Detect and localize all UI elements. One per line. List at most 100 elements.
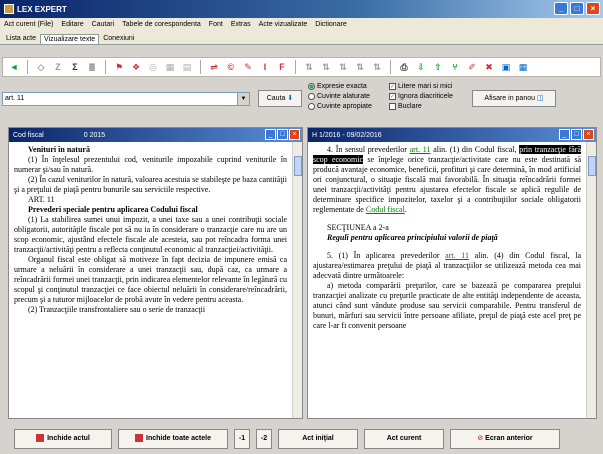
cauta-label: Cauta: [266, 95, 286, 102]
tab-conexiuni[interactable]: Conexiuni: [99, 33, 138, 44]
maximize-icon[interactable]: □: [571, 129, 582, 140]
close-icon[interactable]: ×: [583, 129, 594, 140]
minus-1-button[interactable]: -1: [234, 429, 250, 449]
checkbox-icon: ✓: [389, 82, 396, 90]
pen-icon[interactable]: ✐: [465, 60, 479, 74]
menu-editare[interactable]: Editare: [61, 21, 83, 28]
tab-strip: Lista acte Vizualizare texte Conexiuni: [0, 31, 603, 45]
sort-icon-2[interactable]: ⇅: [319, 60, 333, 74]
paragraph: (1) În înţelesul prezentului cod, venitu…: [14, 155, 287, 174]
maximize-icon[interactable]: □: [277, 129, 288, 140]
text-icon[interactable]: ≣: [85, 60, 99, 74]
left-pane-scrollbar[interactable]: [292, 142, 302, 418]
option-label: Buclare: [398, 103, 422, 110]
sort-icon-3[interactable]: ⇅: [336, 60, 350, 74]
flag-icon[interactable]: ⚑: [112, 60, 126, 74]
act-curent-button[interactable]: Act curent: [364, 429, 444, 449]
option-label: Expresie exacta: [317, 83, 367, 90]
filter-icon[interactable]: ⑂: [448, 60, 462, 74]
link-art-11[interactable]: art. 11: [445, 251, 469, 260]
window-controls: _ □ ×: [554, 2, 600, 15]
up-icon[interactable]: ⇧: [431, 60, 445, 74]
radio-icon: [308, 92, 315, 100]
menu-acte-vizualizate[interactable]: Acte vizualizate: [259, 21, 308, 28]
x-icon[interactable]: ✖: [482, 60, 496, 74]
sort-icon-5[interactable]: ⇅: [370, 60, 384, 74]
search-input[interactable]: art. 11 ▼: [2, 92, 250, 106]
copyright-icon[interactable]: ©: [224, 60, 238, 74]
right-pane-scrollbar[interactable]: [586, 142, 596, 418]
link-art-11[interactable]: art. 11: [410, 145, 431, 154]
button-label: Inchide actul: [47, 435, 90, 442]
toolbar-separator: [390, 60, 391, 74]
scroll-thumb[interactable]: [588, 156, 596, 176]
paragraph: Organul fiscal este obligat să motiveze …: [14, 255, 287, 304]
button-label: Ecran anterior: [485, 435, 533, 442]
radio-icon: [308, 102, 315, 110]
ecran-anterior-button[interactable]: ⊘ Ecran anterior: [450, 429, 560, 449]
layout-icon[interactable]: ▣: [499, 60, 513, 74]
left-pane-text: Venituri în natură (1) În înţelesul prez…: [9, 142, 292, 418]
minus-2-button[interactable]: -2: [256, 429, 272, 449]
left-document-pane: Cod fiscal 0 2015 _ □ × Venituri în natu…: [8, 127, 303, 419]
option-cuvinte-alaturate[interactable]: Cuvinte alaturate: [308, 92, 372, 102]
menu-extras[interactable]: Extras: [231, 21, 251, 28]
sort-icon-4[interactable]: ⇅: [353, 60, 367, 74]
link-icon[interactable]: ⇌: [207, 60, 221, 74]
diamond-icon[interactable]: ◇: [34, 60, 48, 74]
option-cuvinte-apropiate[interactable]: Cuvinte apropiate: [308, 102, 372, 112]
menu-act-curent[interactable]: Act curent (File): [4, 21, 53, 28]
paragraph: (1) La stabilirea sumei unui impozit, a …: [14, 215, 287, 254]
tab-lista-acte[interactable]: Lista acte: [2, 33, 40, 44]
inchide-toate-button[interactable]: Inchide toate actele: [118, 429, 228, 449]
scroll-thumb[interactable]: [294, 156, 302, 176]
act-initial-button[interactable]: Act iniţial: [278, 429, 358, 449]
check-litere-mari[interactable]: ✓ Litere mari si mici: [389, 82, 453, 92]
check-buclare[interactable]: Buclare: [389, 102, 453, 112]
right-pane-text: 4. În sensul prevederilor art. 11 alin. …: [308, 142, 586, 418]
table-icon[interactable]: ▦: [516, 60, 530, 74]
left-pane-title: Cod fiscal: [13, 131, 44, 139]
f-icon[interactable]: F: [275, 60, 289, 74]
print-icon[interactable]: ⎙: [397, 60, 411, 74]
cauta-button[interactable]: Cauta ⬇: [258, 90, 302, 107]
menu-tabele[interactable]: Tabele de corespondenta: [122, 21, 201, 28]
grid2-icon[interactable]: ▤: [180, 60, 194, 74]
paragraph: 4. În sensul prevederilor art. 11 alin. …: [313, 145, 582, 214]
tab-vizualizare-texte[interactable]: Vizualizare texte: [39, 34, 100, 44]
i-icon[interactable]: I: [258, 60, 272, 74]
link-codul-fiscal[interactable]: Codul fiscal: [366, 205, 405, 214]
menu-font[interactable]: Font: [209, 21, 223, 28]
toolbar-separator: [105, 60, 106, 74]
toolbar-separator: [295, 60, 296, 74]
no-entry-icon: ⊘: [477, 435, 484, 442]
maximize-icon[interactable]: □: [570, 2, 584, 15]
download-icon[interactable]: ⇩: [414, 60, 428, 74]
minimize-icon[interactable]: _: [554, 2, 568, 15]
option-expresie-exacta[interactable]: Expresie exacta: [308, 82, 372, 92]
chevron-down-icon[interactable]: ▼: [237, 93, 249, 105]
heading-venituri: Venituri în natură: [28, 145, 90, 154]
sort-icon-1[interactable]: ⇅: [302, 60, 316, 74]
sigma-icon[interactable]: Σ: [68, 60, 82, 74]
mark-icon[interactable]: ◎: [146, 60, 160, 74]
toolbar: ◄ ◇ Z Σ ≣ ⚑ ❖ ◎ ▦ ▤ ⇌ © ✎ I F ⇅ ⇅ ⇅ ⇅ ⇅ …: [2, 57, 601, 77]
close-icon[interactable]: ×: [289, 129, 300, 140]
close-document-icon: [36, 434, 45, 443]
menu-dictionare[interactable]: Dictionare: [315, 21, 347, 28]
afisare-panou-button[interactable]: Afisare in panou ◫: [472, 90, 556, 107]
toolbar-separator: [200, 60, 201, 74]
menu-cautari[interactable]: Cautari: [92, 21, 115, 28]
z-icon[interactable]: Z: [51, 60, 65, 74]
note-icon[interactable]: ✎: [241, 60, 255, 74]
inchide-actul-button[interactable]: Inchide actul: [14, 429, 112, 449]
minimize-icon[interactable]: _: [265, 129, 276, 140]
check-ignora-diacritice[interactable]: ✓ Ignora diacriticele: [389, 92, 453, 102]
grid-icon[interactable]: ▦: [163, 60, 177, 74]
bookmark-icon[interactable]: ❖: [129, 60, 143, 74]
back-arrow-icon[interactable]: ◄: [7, 60, 21, 74]
close-icon[interactable]: ×: [586, 2, 600, 15]
minimize-icon[interactable]: _: [559, 129, 570, 140]
menu-bar: Act curent (File) Editare Cautari Tabele…: [0, 18, 603, 31]
